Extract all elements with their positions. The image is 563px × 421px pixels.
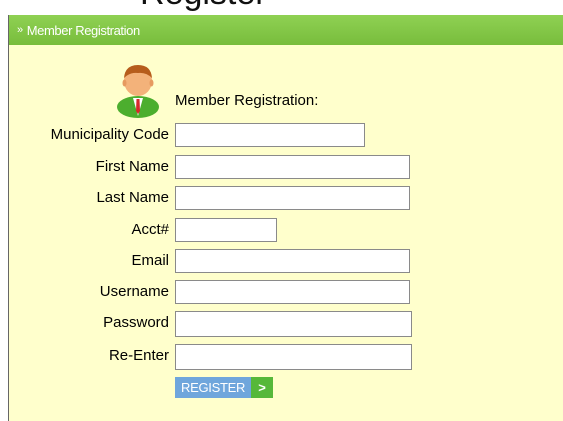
- email-input[interactable]: [175, 249, 410, 273]
- register-button-label: REGISTER: [175, 377, 252, 398]
- form-title: Member Registration:: [175, 92, 319, 109]
- user-avatar-icon: [117, 65, 159, 118]
- password-input[interactable]: [175, 311, 412, 337]
- register-button[interactable]: REGISTER >: [175, 377, 274, 398]
- double-chevron-icon: »: [17, 24, 23, 36]
- re-enter-label: Re-Enter: [108, 347, 169, 364]
- first-name-label: First Name: [95, 158, 169, 175]
- acct-input[interactable]: [175, 218, 277, 242]
- re-enter-password-input[interactable]: [175, 344, 412, 370]
- registration-panel: » Member Registration Member Registratio…: [8, 15, 563, 421]
- email-label: Email: [131, 252, 169, 269]
- username-input[interactable]: [175, 280, 410, 304]
- last-name-input[interactable]: [175, 186, 410, 210]
- last-name-label: Last Name: [96, 189, 169, 206]
- municipality-code-input[interactable]: [175, 123, 365, 147]
- page-heading: Register: [140, 0, 267, 13]
- municipality-code-label: Municipality Code: [50, 126, 169, 143]
- password-label: Password: [103, 314, 169, 331]
- arrow-right-icon: >: [251, 377, 274, 398]
- acct-label: Acct#: [131, 221, 169, 238]
- username-label: Username: [99, 283, 169, 300]
- first-name-input[interactable]: [175, 155, 410, 179]
- panel-header-title: Member Registration: [26, 22, 140, 38]
- panel-header: » Member Registration: [9, 15, 563, 45]
